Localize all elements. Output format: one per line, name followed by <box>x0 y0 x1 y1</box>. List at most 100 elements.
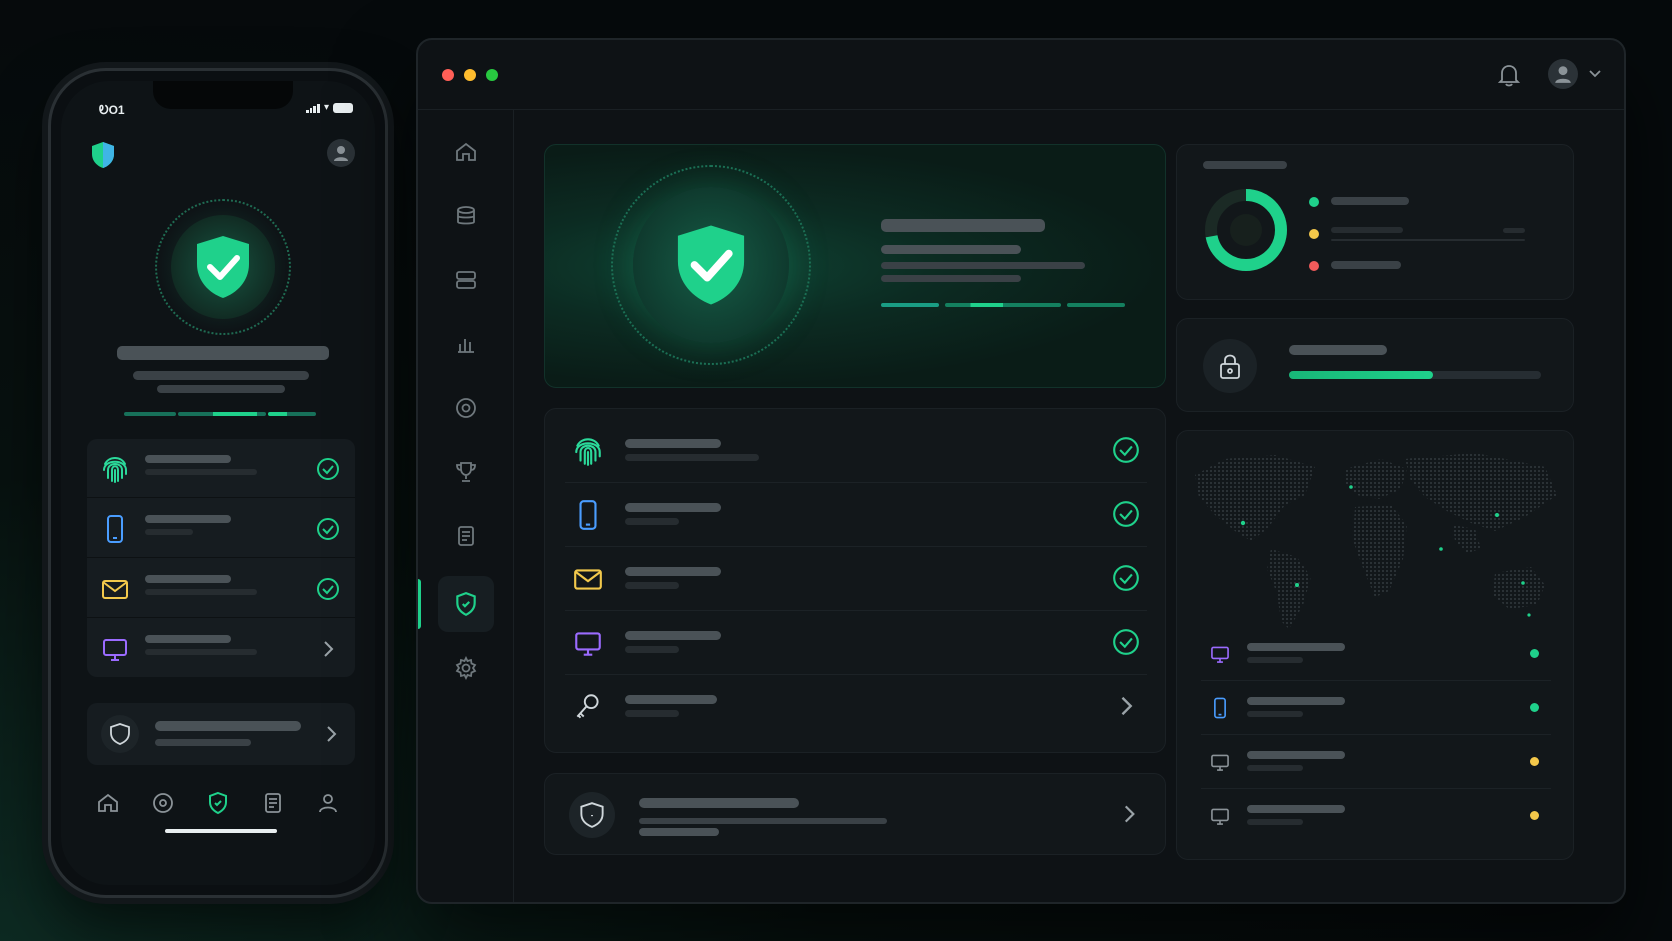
home-indicator[interactable] <box>165 829 277 833</box>
app-logo-shield-icon <box>91 141 115 174</box>
home-icon <box>456 142 476 161</box>
shield-icon[interactable] <box>206 791 230 815</box>
status-time: ᎧO1 <box>99 103 125 117</box>
item-sub-placeholder <box>625 582 679 589</box>
status-dot <box>1530 703 1539 712</box>
list-item[interactable] <box>565 611 1147 675</box>
smartphone-icon <box>1214 697 1226 719</box>
radar-icon[interactable] <box>151 791 175 815</box>
trophy-icon <box>456 462 476 482</box>
list-item[interactable] <box>87 559 355 618</box>
sidebar-item-server[interactable] <box>438 252 494 308</box>
legend-label-placeholder <box>1331 197 1409 205</box>
device-name-placeholder <box>1247 697 1345 705</box>
chevron-down-icon[interactable] <box>1588 66 1602 80</box>
phone-security-list <box>87 439 355 677</box>
divider <box>1331 239 1525 241</box>
device-row[interactable] <box>1201 735 1551 789</box>
shield-check-icon <box>197 236 249 298</box>
chevron-right-icon <box>327 726 337 742</box>
device-row[interactable] <box>1201 627 1551 681</box>
list-item[interactable] <box>87 499 355 558</box>
protection-summary-card[interactable] <box>544 773 1166 855</box>
fingerprint-icon <box>575 438 601 466</box>
wifi-icon: ▾ <box>323 102 329 113</box>
item-title-placeholder <box>625 439 721 448</box>
sidebar-item-home[interactable] <box>438 124 494 180</box>
legend-dot-safe <box>1309 197 1319 207</box>
check-circle-icon <box>1113 437 1139 463</box>
document-icon <box>458 526 474 546</box>
monitor-icon <box>1211 808 1229 825</box>
status-line-placeholder <box>881 262 1085 269</box>
item-title-placeholder <box>145 455 231 463</box>
list-item[interactable] <box>87 439 355 498</box>
protection-summary-card[interactable] <box>87 703 355 765</box>
device-meta-placeholder <box>1247 711 1303 717</box>
sidebar-item-analytics[interactable] <box>438 316 494 372</box>
list-item[interactable] <box>565 547 1147 611</box>
phone-screen: ᎧO1 ▾ <box>61 81 375 885</box>
lock-icon <box>1203 339 1257 393</box>
check-circle-icon <box>317 518 339 540</box>
close-window-button[interactable] <box>442 69 454 81</box>
scan-progress-segment <box>268 412 316 416</box>
item-sub-placeholder <box>145 589 257 595</box>
sidebar-item-achievements[interactable] <box>438 444 494 500</box>
avatar[interactable] <box>327 139 355 167</box>
device-row[interactable] <box>1201 789 1551 843</box>
protection-status-ring <box>633 187 789 343</box>
minimize-window-button[interactable] <box>464 69 476 81</box>
status-line-placeholder <box>133 371 309 380</box>
check-circle-icon <box>317 458 339 480</box>
home-icon[interactable] <box>96 791 120 815</box>
monitor-icon <box>103 639 127 661</box>
dashboard-window <box>416 38 1626 904</box>
status-line-placeholder <box>881 245 1021 254</box>
sidebar-item-security[interactable] <box>438 576 494 632</box>
legend-dot-danger <box>1309 261 1319 271</box>
status-dot <box>1530 811 1539 820</box>
chevron-right-icon <box>1124 805 1135 823</box>
protection-status-hero <box>544 144 1166 388</box>
card-title-placeholder <box>155 721 301 731</box>
document-icon[interactable] <box>261 791 285 815</box>
battery-icon <box>333 102 353 113</box>
bell-icon[interactable] <box>1498 63 1520 87</box>
scan-progress-segment <box>178 412 266 416</box>
item-title-placeholder <box>625 503 721 512</box>
shield-icon <box>569 792 615 838</box>
scan-progress-segment <box>1067 303 1125 307</box>
mail-icon <box>574 569 602 590</box>
maximize-window-button[interactable] <box>486 69 498 81</box>
device-row[interactable] <box>1201 681 1551 735</box>
sidebar-item-reports[interactable] <box>438 508 494 564</box>
check-circle-icon <box>1113 565 1139 591</box>
list-item[interactable] <box>565 675 1147 739</box>
item-title-placeholder <box>145 635 231 643</box>
signal-icon <box>305 103 320 113</box>
scan-progress-segment <box>945 303 1061 307</box>
legend-dot-warning <box>1309 229 1319 239</box>
card-title-placeholder <box>1289 345 1387 355</box>
avatar[interactable] <box>1548 59 1578 89</box>
item-sub-placeholder <box>625 454 759 461</box>
world-map <box>1195 453 1557 629</box>
item-title-placeholder <box>625 567 721 576</box>
user-icon[interactable] <box>316 791 340 815</box>
sidebar-item-database[interactable] <box>438 188 494 244</box>
sidebar-item-settings[interactable] <box>438 640 494 696</box>
device-map-card <box>1176 430 1574 860</box>
protection-status-ring <box>155 199 291 335</box>
phone-mockup: ᎧO1 ▾ <box>48 68 388 898</box>
legend-value-placeholder <box>1503 228 1525 233</box>
status-icons: ▾ <box>305 102 353 113</box>
chevron-right-icon <box>324 641 334 657</box>
legend-label-placeholder <box>1331 227 1403 233</box>
sidebar-item-target[interactable] <box>438 380 494 436</box>
list-item[interactable] <box>565 483 1147 547</box>
list-item[interactable] <box>87 619 355 678</box>
check-circle-icon <box>1113 629 1139 655</box>
list-item[interactable] <box>565 419 1147 483</box>
key-icon <box>576 694 599 719</box>
